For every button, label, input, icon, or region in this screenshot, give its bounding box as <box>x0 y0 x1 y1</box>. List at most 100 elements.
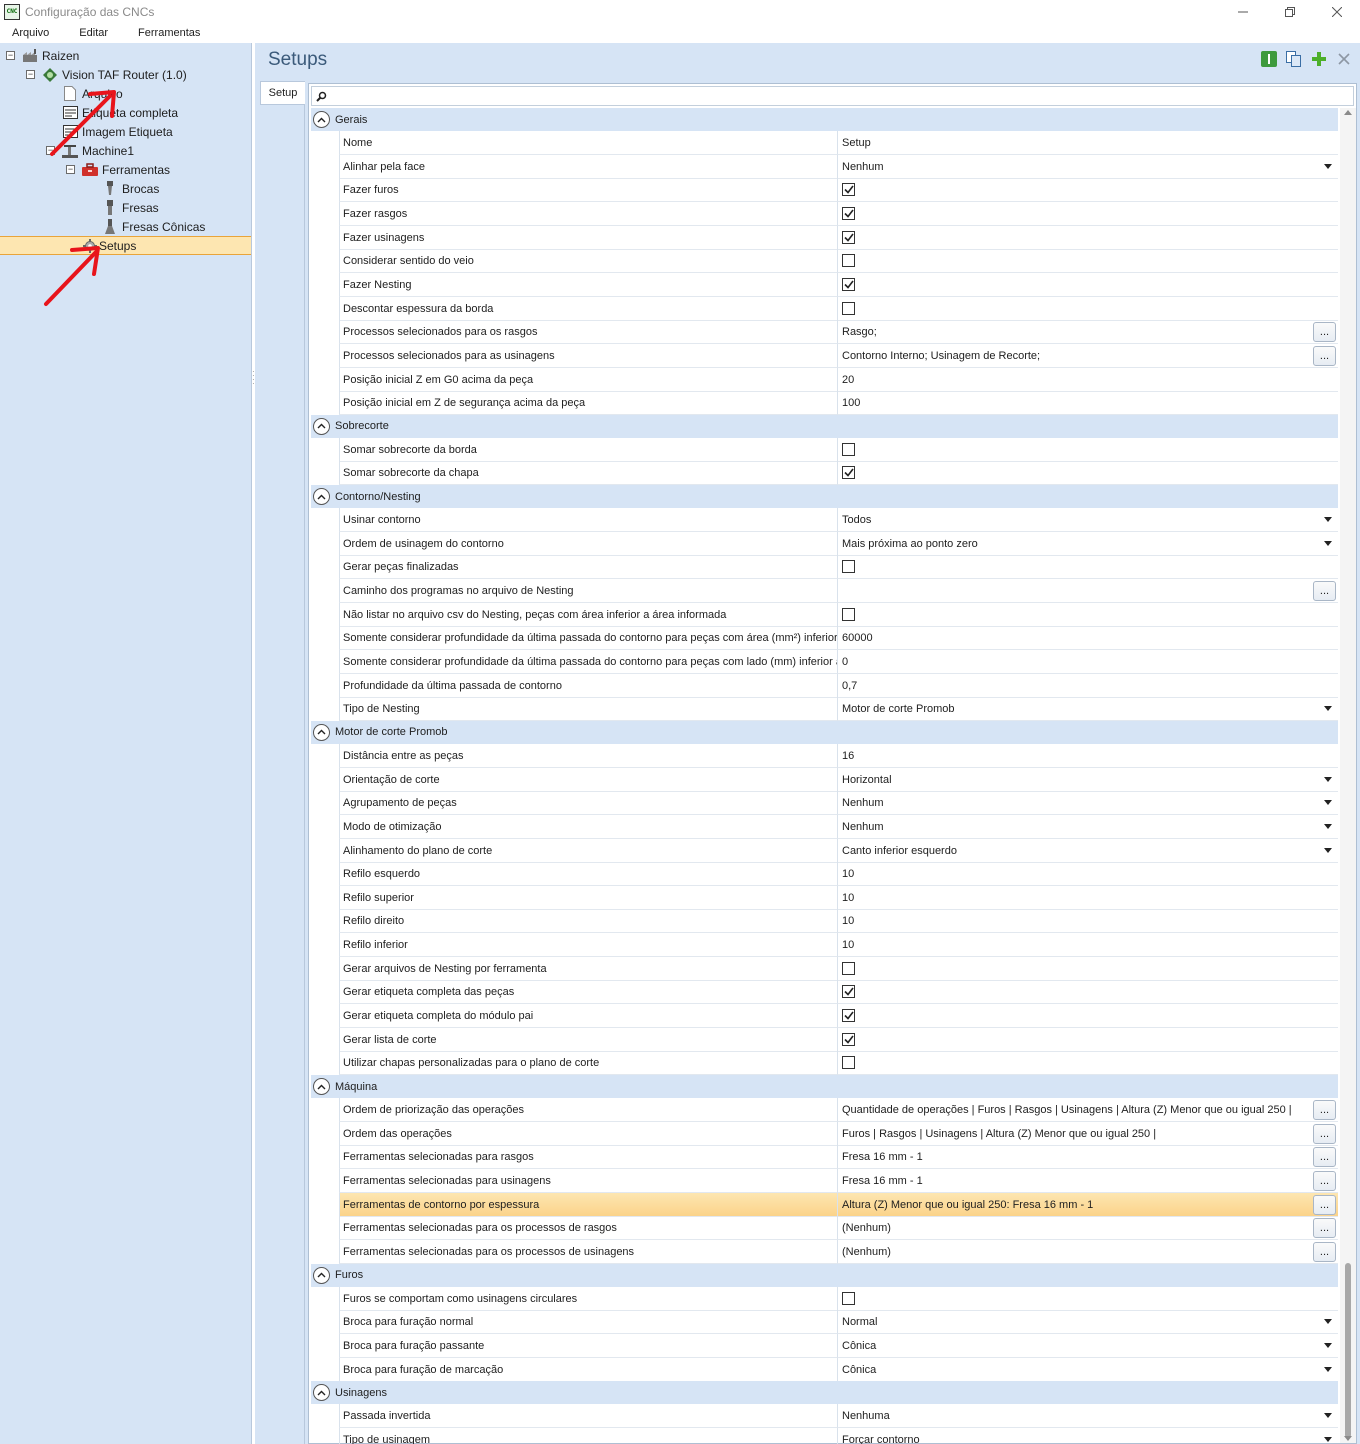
property-row[interactable]: Alinhamento do plano de corte Canto infer… <box>311 839 1338 863</box>
checkbox-checked[interactable] <box>842 207 855 220</box>
property-row[interactable]: Distância entre as peças 16 <box>311 744 1338 768</box>
dropdown-arrow-icon[interactable] <box>1324 1343 1332 1348</box>
checkbox-unchecked[interactable] <box>842 962 855 975</box>
checkbox-checked[interactable] <box>842 985 855 998</box>
property-value[interactable]: 0 <box>837 650 1338 674</box>
ellipsis-button[interactable]: ... <box>1313 581 1336 601</box>
property-row[interactable]: Profundidade da última passada de contor… <box>311 674 1338 698</box>
property-row[interactable]: Gerar etiqueta completa do módulo pai <box>311 1004 1338 1028</box>
property-row[interactable]: Fazer furos <box>311 178 1338 202</box>
tree-node-raizen[interactable]: Raizen <box>22 46 79 65</box>
property-row[interactable]: Processos selecionados para as usinagens… <box>311 344 1338 368</box>
property-value[interactable]: 60000 <box>837 626 1338 650</box>
property-row[interactable]: Ferramentas selecionadas para os process… <box>311 1240 1338 1264</box>
dropdown-arrow-icon[interactable] <box>1324 1413 1332 1418</box>
tab-setup[interactable]: Setup <box>260 81 305 105</box>
property-row[interactable]: Ordem de priorização das operações Quanti… <box>311 1098 1338 1122</box>
property-row[interactable]: Modo de otimização Nenhum <box>311 815 1338 839</box>
checkbox-unchecked[interactable] <box>842 302 855 315</box>
property-value[interactable] <box>837 1028 1338 1052</box>
property-row[interactable]: Somente considerar profundidade da últim… <box>311 650 1338 674</box>
scroll-down-icon[interactable] <box>1344 1436 1352 1441</box>
property-value[interactable]: Setup <box>837 131 1338 155</box>
dropdown-arrow-icon[interactable] <box>1324 1437 1332 1442</box>
property-row[interactable]: Nome Setup <box>311 131 1338 155</box>
property-row[interactable]: Passada invertida Nenhuma <box>311 1404 1338 1428</box>
property-value[interactable]: Nenhum <box>837 815 1338 839</box>
tree-node-imagem-etiqueta[interactable]: Imagem Etiqueta <box>62 122 173 141</box>
collapse-icon[interactable] <box>313 488 330 506</box>
property-value[interactable]: (Nenhum)... <box>837 1240 1338 1264</box>
property-row[interactable]: Tipo de Nesting Motor de corte Promob <box>311 697 1338 721</box>
property-row[interactable]: Ordem das operações Furos | Rasgos | Usin… <box>311 1122 1338 1146</box>
delete-button[interactable] <box>1335 50 1352 67</box>
property-value[interactable]: Motor de corte Promob <box>837 697 1338 721</box>
property-row[interactable]: Ferramentas selecionadas para rasgos Fres… <box>311 1145 1338 1169</box>
tree-node-fresas-conicas[interactable]: Fresas Cônicas <box>102 217 205 236</box>
minimize-button[interactable] <box>1219 0 1266 23</box>
property-value[interactable]: Normal <box>837 1310 1338 1334</box>
restore-button[interactable] <box>1266 0 1313 23</box>
dropdown-arrow-icon[interactable] <box>1324 164 1332 169</box>
property-value[interactable] <box>837 555 1338 579</box>
ellipsis-button[interactable]: ... <box>1313 1218 1336 1238</box>
property-row[interactable]: Gerar etiqueta completa das peças <box>311 980 1338 1004</box>
property-row[interactable]: Refilo inferior 10 <box>311 933 1338 957</box>
collapse-icon[interactable] <box>313 723 330 741</box>
checkbox-unchecked[interactable] <box>842 1292 855 1305</box>
checkbox-checked[interactable] <box>842 278 855 291</box>
property-row[interactable]: Fazer usinagens <box>311 226 1338 250</box>
property-value[interactable]: Todos <box>837 508 1338 532</box>
property-row[interactable]: Posição inicial Z em G0 acima da peça 20 <box>311 368 1338 392</box>
property-row[interactable]: Descontar espessura da borda <box>311 297 1338 321</box>
property-value[interactable]: Quantidade de operações | Furos | Rasgos… <box>837 1098 1338 1122</box>
collapse-icon[interactable] <box>313 111 330 128</box>
property-value[interactable] <box>837 603 1338 627</box>
checkbox-checked[interactable] <box>842 183 855 196</box>
collapse-icon[interactable] <box>313 1266 330 1284</box>
property-row[interactable]: Alinhar pela face Nenhum <box>311 155 1338 179</box>
property-value[interactable] <box>837 1287 1338 1311</box>
tree-node-machine1[interactable]: Machine1 <box>62 141 134 160</box>
property-value[interactable]: 10 <box>837 862 1338 886</box>
checkbox-unchecked[interactable] <box>842 608 855 621</box>
dropdown-arrow-icon[interactable] <box>1324 848 1332 853</box>
scroll-up-icon[interactable] <box>1344 110 1352 115</box>
tree-node-setups[interactable]: Setups <box>0 236 251 255</box>
ellipsis-button[interactable]: ... <box>1313 1242 1336 1262</box>
ellipsis-button[interactable]: ... <box>1313 1147 1336 1167</box>
ellipsis-button[interactable]: ... <box>1313 346 1336 366</box>
checkbox-checked[interactable] <box>842 1009 855 1022</box>
property-value[interactable] <box>837 202 1338 226</box>
property-value[interactable]: 10 <box>837 909 1338 933</box>
checkbox-checked[interactable] <box>842 466 855 479</box>
property-row[interactable]: Não listar no arquivo csv do Nesting, pe… <box>311 603 1338 627</box>
property-row[interactable]: Tipo de usinagem Forçar contorno <box>311 1428 1338 1444</box>
property-row[interactable]: Furos se comportam como usinagens circul… <box>311 1287 1338 1311</box>
property-value[interactable]: 16 <box>837 744 1338 768</box>
ellipsis-button[interactable]: ... <box>1313 1124 1336 1144</box>
property-value[interactable] <box>837 273 1338 297</box>
tree-node-arquivo[interactable]: Arquivo <box>62 84 123 103</box>
property-value[interactable]: Fresa 16 mm - 1... <box>837 1145 1338 1169</box>
property-row[interactable]: Somente considerar profundidade da últim… <box>311 626 1338 650</box>
property-row[interactable]: Fazer rasgos <box>311 202 1338 226</box>
property-row[interactable]: Considerar sentido do veio <box>311 249 1338 273</box>
dropdown-arrow-icon[interactable] <box>1324 824 1332 829</box>
property-value[interactable]: Altura (Z) Menor que ou igual 250: Fresa… <box>837 1193 1338 1217</box>
dropdown-arrow-icon[interactable] <box>1324 1367 1332 1372</box>
property-row[interactable]: Processos selecionados para os rasgos Ras… <box>311 320 1338 344</box>
property-row[interactable]: Somar sobrecorte da borda <box>311 438 1338 462</box>
property-row[interactable]: Broca para furação passante Cônica <box>311 1334 1338 1358</box>
property-value[interactable]: 0,7 <box>837 674 1338 698</box>
property-row[interactable]: Usinar contorno Todos <box>311 508 1338 532</box>
property-row[interactable]: Gerar lista de corte <box>311 1028 1338 1052</box>
property-value[interactable]: 10 <box>837 886 1338 910</box>
property-row[interactable]: Refilo superior 10 <box>311 886 1338 910</box>
property-value[interactable] <box>837 957 1338 981</box>
collapse-icon[interactable] <box>313 417 330 435</box>
property-value[interactable]: Horizontal <box>837 768 1338 792</box>
checkbox-checked[interactable] <box>842 1033 855 1046</box>
dropdown-arrow-icon[interactable] <box>1324 800 1332 805</box>
expand-toggle-ferramentas[interactable]: − <box>66 165 75 174</box>
